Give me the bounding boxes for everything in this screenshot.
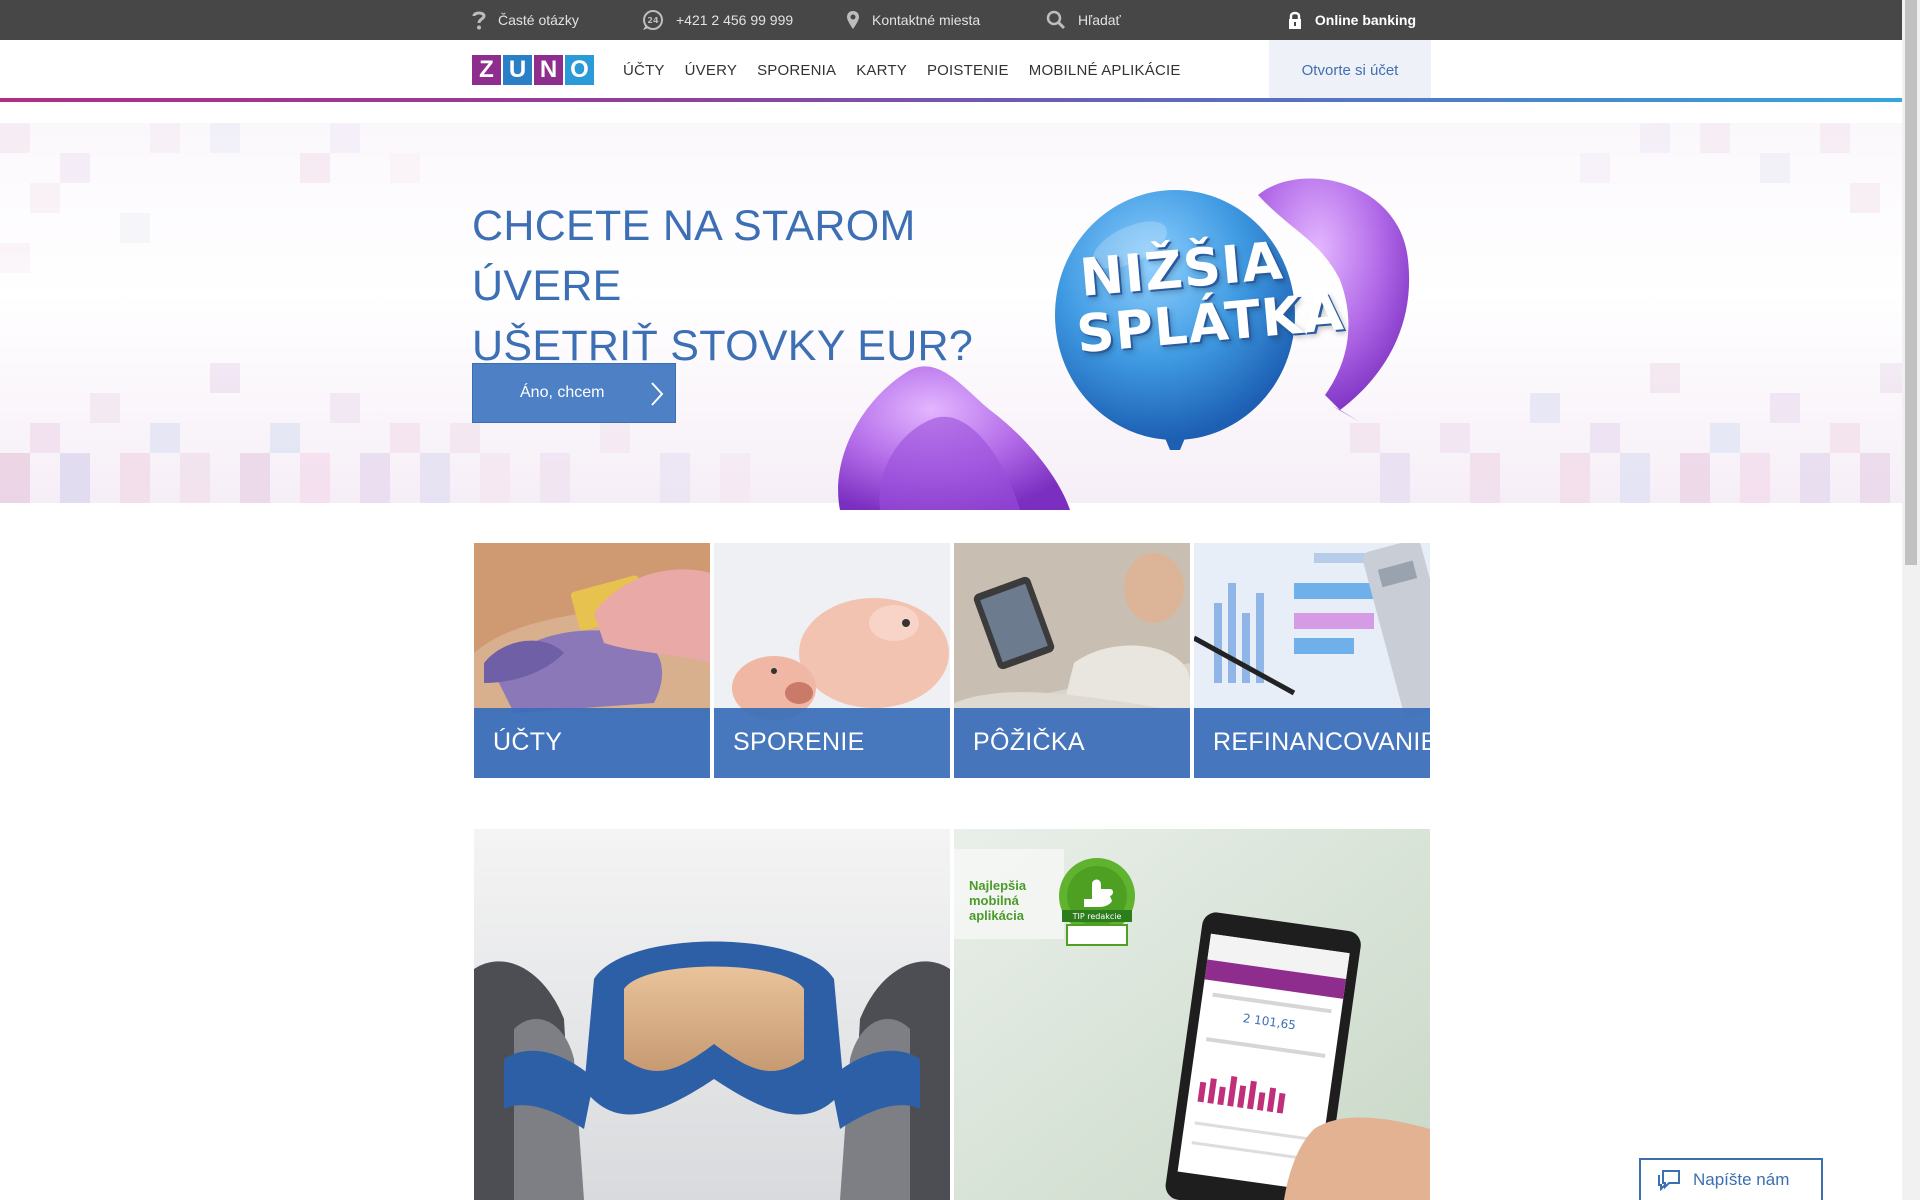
- logo-letter: Z: [472, 55, 501, 85]
- chat-button[interactable]: Napíšte nám: [1639, 1158, 1823, 1200]
- zuno-logo[interactable]: Z U N O: [472, 55, 594, 85]
- best-app-badge-text: Najlepšia mobilná aplikácia: [969, 878, 1026, 923]
- nav-item-ucty[interactable]: ÚČTY: [623, 62, 665, 79]
- badge-line2: mobilná: [969, 893, 1019, 908]
- contact-label: Kontaktné miesta: [872, 12, 981, 28]
- phone-24-icon: 24: [643, 10, 663, 30]
- question-icon: [472, 11, 486, 30]
- chat-label: Napíšte nám: [1693, 1170, 1790, 1189]
- phone-link[interactable]: 24 +421 2 456 99 999: [642, 0, 793, 40]
- tile-label: PÔŽIČKA: [973, 728, 1085, 756]
- hero-cta-button[interactable]: Áno, chcem: [472, 363, 676, 423]
- search-link[interactable]: Hľadať: [1046, 0, 1121, 40]
- logo-letter: O: [565, 55, 594, 85]
- tile-pozicka[interactable]: PÔŽIČKA: [954, 543, 1190, 778]
- search-icon: [1046, 10, 1066, 30]
- seal-label: TIP redakcie: [1072, 912, 1122, 921]
- tile-label: REFINANCOVANIE: [1213, 728, 1430, 756]
- badge-line1: Najlepšia: [969, 878, 1027, 893]
- chat-icon: [1658, 1170, 1680, 1191]
- hero-title-line1: CHCETE NA STAROM ÚVERE: [472, 202, 916, 310]
- nav-item-karty[interactable]: KARTY: [856, 62, 907, 79]
- nav-item-sporenia[interactable]: SPORENIA: [757, 62, 836, 79]
- online-banking-label: Online banking: [1314, 12, 1416, 28]
- hero-title: CHCETE NA STAROM ÚVERE UŠETRIŤ STOVKY EU…: [472, 196, 1072, 376]
- main-nav: ÚČTY ÚVERY SPORENIA KARTY POISTENIE MOBI…: [623, 40, 1201, 100]
- faq-label: Časté otázky: [498, 12, 579, 28]
- logo-letter: N: [534, 55, 563, 85]
- header-gradient-line: [0, 98, 1902, 102]
- svg-text:24: 24: [647, 16, 659, 25]
- location-pin-icon: [847, 11, 859, 29]
- hero-cta-label: Áno, chcem: [520, 384, 605, 401]
- contact-link[interactable]: Kontaktné miesta: [846, 0, 980, 40]
- top-utility-bar: Časté otázky 24 +421 2 456 99 999 Kontak…: [0, 0, 1902, 40]
- tile-sporenie[interactable]: SPORENIE: [714, 543, 950, 778]
- online-banking-link[interactable]: Online banking: [1287, 0, 1416, 40]
- lock-icon: [1288, 11, 1301, 29]
- promo-ski-goggles[interactable]: [474, 829, 950, 1200]
- balloon-text: NIŽŠIA SPLÁTKA: [1070, 231, 1346, 365]
- badge-line3: aplikácia: [969, 908, 1024, 923]
- phone-label: +421 2 456 99 999: [676, 12, 794, 28]
- logo-letter: U: [503, 55, 532, 85]
- tile-label: SPORENIE: [733, 728, 865, 756]
- tile-refinancovanie[interactable]: REFINANCOVANIE: [1194, 543, 1430, 778]
- nav-item-poistenie[interactable]: POISTENIE: [927, 62, 1009, 79]
- ski-goggles-image: [474, 829, 950, 1200]
- open-account-button[interactable]: Otvorte si účet: [1269, 40, 1431, 100]
- chevron-right-icon: [651, 382, 664, 406]
- search-label: Hľadať: [1078, 12, 1121, 28]
- tile-label: ÚČTY: [493, 728, 563, 756]
- top-utility-inner: Časté otázky 24 +421 2 456 99 999 Kontak…: [472, 0, 1416, 40]
- faq-link[interactable]: Časté otázky: [472, 0, 579, 40]
- tile-ucty[interactable]: ÚČTY: [474, 543, 710, 778]
- nav-item-uvery[interactable]: ÚVERY: [685, 62, 737, 79]
- nav-item-mobilne-aplikacie[interactable]: MOBILNÉ APLIKÁCIE: [1029, 62, 1181, 79]
- scrollbar-thumb[interactable]: [1905, 0, 1917, 565]
